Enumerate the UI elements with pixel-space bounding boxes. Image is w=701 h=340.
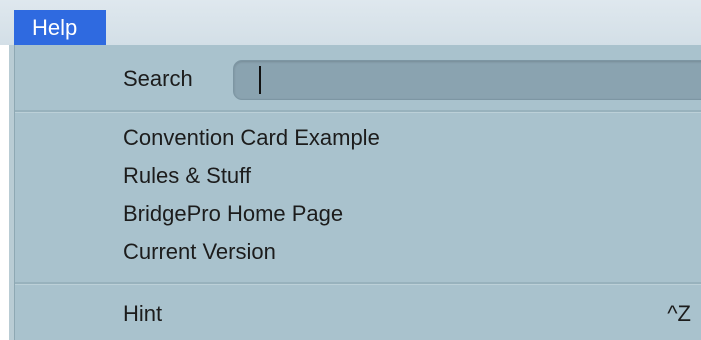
- help-menu-title[interactable]: Help: [14, 10, 106, 45]
- menu-item-convention-card-example[interactable]: Convention Card Example: [123, 123, 380, 153]
- search-label: Search: [123, 66, 193, 91]
- menu-divider-top: [15, 110, 701, 113]
- menu-item-bridgepro-home-page[interactable]: BridgePro Home Page: [123, 199, 343, 229]
- menu-item-hint[interactable]: Hint: [123, 299, 162, 329]
- help-menu-dropdown: Search Convention Card Example Rules & S…: [14, 45, 701, 340]
- menu-item-current-version[interactable]: Current Version: [123, 237, 276, 267]
- menu-bar: Help: [0, 0, 701, 45]
- hint-shortcut: ^Z: [667, 301, 691, 326]
- menu-divider-bottom: [15, 282, 701, 285]
- window-edge: [0, 0, 14, 340]
- menu-item-rules-and-stuff[interactable]: Rules & Stuff: [123, 161, 251, 191]
- search-input[interactable]: [233, 60, 701, 100]
- search-row: Search: [15, 60, 701, 100]
- text-caret: [259, 66, 261, 94]
